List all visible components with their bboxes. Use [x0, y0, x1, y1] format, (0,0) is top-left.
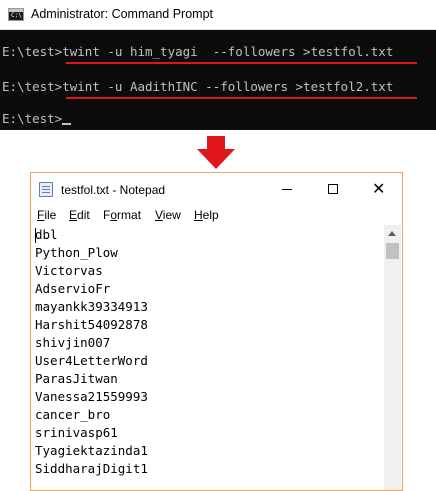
close-icon: ✕	[372, 179, 386, 198]
list-item: Harshit54092878	[35, 317, 148, 332]
list-item: AdservioFr	[35, 281, 111, 296]
cmd-console[interactable]: E:\test> twint -u him_tyagi --followers >…	[0, 30, 436, 130]
list-item: SiddharajDigit1	[35, 461, 148, 476]
menu-bar: File Edit Format View Help	[31, 205, 402, 225]
list-item: mayankk39334913	[35, 299, 148, 314]
minimize-icon	[282, 189, 292, 190]
highlight-underline	[66, 97, 417, 99]
cmd-line: E:\test>	[2, 111, 72, 127]
list-item: Victorvas	[35, 263, 103, 278]
cmd-window-title: Administrator: Command Prompt	[31, 7, 214, 21]
cmd-titlebar[interactable]: C:\ Administrator: Command Prompt	[0, 0, 436, 30]
maximize-icon	[328, 184, 338, 194]
cmd-command: twint -u him_tyagi --followers >testfol.…	[62, 44, 394, 59]
notepad-icon	[39, 182, 53, 197]
menu-view[interactable]: View	[155, 208, 181, 222]
menu-file[interactable]: File	[37, 208, 56, 222]
list-item: dbl	[35, 227, 58, 242]
down-arrow-icon	[197, 136, 235, 169]
list-item: Python_Plow	[35, 245, 118, 260]
notepad-window-title: testfol.txt - Notepad	[61, 183, 166, 197]
command-prompt-window: C:\ Administrator: Command Prompt E:\tes…	[0, 0, 436, 130]
close-button[interactable]: ✕	[356, 173, 402, 205]
menu-help[interactable]: Help	[194, 208, 219, 222]
cmd-command: twint -u AadithINC --followers >testfol2…	[62, 79, 394, 94]
scroll-thumb[interactable]	[386, 243, 399, 259]
cmd-line: E:\test>twint -u him_tyagi --followers >…	[2, 44, 394, 59]
menu-edit[interactable]: Edit	[69, 208, 90, 222]
menu-format[interactable]: Format	[103, 208, 141, 222]
cmd-line: E:\test>twint -u AadithINC --followers >…	[2, 79, 394, 94]
notepad-text-area[interactable]: dbl Python_Plow Victorvas AdservioFr may…	[31, 225, 384, 490]
list-item: cancer_bro	[35, 407, 111, 422]
vertical-scrollbar[interactable]	[384, 225, 401, 490]
scroll-up-button[interactable]	[384, 225, 401, 242]
notepad-window: testfol.txt - Notepad ✕ File Edit Format…	[30, 172, 403, 491]
list-item: Vanessa21559993	[35, 389, 148, 404]
chevron-up-icon	[388, 231, 396, 236]
maximize-button[interactable]	[310, 173, 356, 205]
list-item: srinivasp61	[35, 425, 118, 440]
minimize-button[interactable]	[264, 173, 310, 205]
list-item: ParasJitwan	[35, 371, 118, 386]
notepad-titlebar[interactable]: testfol.txt - Notepad ✕	[31, 173, 402, 205]
list-item: Tyagiektazinda1	[35, 443, 148, 458]
cmd-icon: C:\	[8, 8, 24, 21]
cmd-cursor	[62, 123, 72, 125]
highlight-underline	[66, 62, 417, 64]
list-item: User4LetterWord	[35, 353, 148, 368]
list-item: shivjin007	[35, 335, 111, 350]
